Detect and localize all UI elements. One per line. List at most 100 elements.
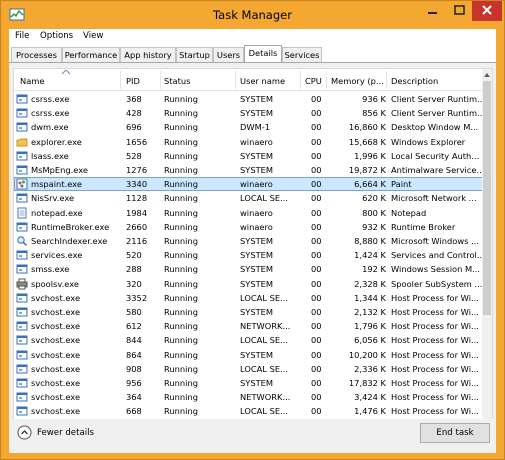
cell-user-name: SYSTEM xyxy=(240,349,274,360)
cell-pid: 368 xyxy=(126,94,142,104)
column-header-user-name[interactable]: User name xyxy=(240,76,300,86)
table-row[interactable]: explorer.exe 1656 Running winaero 00 15,668 K… xyxy=(14,135,484,149)
system-process-icon xyxy=(16,350,28,360)
column-header-name[interactable]: Name xyxy=(20,76,120,86)
table-header: Name PID Status User name CPU Memory (p.… xyxy=(14,69,484,91)
table-row[interactable]: svchost.exe 844 Running LOCAL SE... 00 6,056 … xyxy=(14,333,484,347)
cell-user-name: SYSTEM xyxy=(240,307,274,317)
cell-pid: 1128 xyxy=(126,193,148,204)
maximize-button[interactable] xyxy=(446,1,473,21)
column-divider[interactable] xyxy=(160,71,161,89)
menu-options[interactable]: Options xyxy=(40,31,73,41)
table-row[interactable]: lsass.exe 528 Running SYSTEM 00 1,996 K Local … xyxy=(14,149,484,163)
table-row[interactable]: svchost.exe 3352 Running LOCAL SE... 00 1,344… xyxy=(14,291,484,305)
table-row[interactable]: RuntimeBroker.exe 2660 Running winaero 00 932… xyxy=(14,220,484,234)
tab-performance[interactable]: Performance xyxy=(62,47,120,63)
tab-details[interactable]: Details xyxy=(244,45,282,63)
cell-name: svchost.exe xyxy=(31,307,81,317)
table-row[interactable]: svchost.exe 580 Running SYSTEM 00 2,132 K Host… xyxy=(14,305,484,319)
column-divider[interactable] xyxy=(300,71,301,89)
cell-status: Running xyxy=(164,136,198,147)
scroll-up-icon[interactable] xyxy=(483,71,491,79)
cell-user-name: SYSTEM xyxy=(240,264,274,275)
cell-memory: 932 K xyxy=(362,221,386,232)
cell-memory: 2,132 K xyxy=(354,307,386,317)
tab-processes[interactable]: Processes xyxy=(11,47,62,63)
cell-memory: 1,796 K xyxy=(354,321,386,332)
vertical-scrollbar[interactable] xyxy=(482,69,492,437)
cell-user-name: SYSTEM xyxy=(240,236,274,246)
printer-icon xyxy=(16,278,28,290)
table-row[interactable]: svchost.exe 612 Running NETWORK... 00 1,796 K… xyxy=(14,319,484,333)
cell-status: Running xyxy=(164,236,198,246)
cell-user-name: winaero xyxy=(240,136,273,147)
column-header-status[interactable]: Status xyxy=(164,76,234,86)
cell-name: MsMpEng.exe xyxy=(31,165,89,175)
table-row[interactable]: mspaint.exe 3340 Running winaero 00 6,664 K Pa… xyxy=(14,177,484,192)
cell-user-name: LOCAL SE... xyxy=(240,193,289,204)
column-divider[interactable] xyxy=(386,71,387,89)
cell-name: svchost.exe xyxy=(31,349,81,360)
column-header-description[interactable]: Description xyxy=(391,76,484,86)
tab-users[interactable]: Users xyxy=(213,47,244,63)
cell-status: Running xyxy=(164,122,198,133)
minimize-icon xyxy=(428,12,437,14)
cell-cpu: 00 xyxy=(311,278,322,289)
minimize-button[interactable] xyxy=(419,1,446,21)
cell-user-name: SYSTEM xyxy=(240,278,274,289)
cell-cpu: 00 xyxy=(311,392,322,403)
tab-services[interactable]: Services xyxy=(282,47,322,63)
menu-file[interactable]: File xyxy=(15,31,29,41)
column-header-memory[interactable]: Memory (p... xyxy=(331,76,386,86)
column-divider[interactable] xyxy=(326,71,327,89)
cell-description: Host Process for Wi... xyxy=(391,363,479,374)
cell-pid: 1276 xyxy=(126,165,148,175)
table-row[interactable]: svchost.exe 364 Running NETWORK... 00 3,424 K… xyxy=(14,390,484,404)
column-header-pid[interactable]: PID xyxy=(126,76,160,86)
column-divider[interactable] xyxy=(235,71,236,89)
fewer-details-chevron-icon[interactable] xyxy=(17,425,32,440)
fewer-details-link[interactable]: Fewer details xyxy=(37,428,94,438)
cell-pid: 528 xyxy=(126,150,142,161)
cell-description: Host Process for Wi... xyxy=(391,406,479,417)
table-row[interactable]: spoolsv.exe 320 Running SYSTEM 00 2,328 K Spoo… xyxy=(14,277,484,291)
cell-status: Running xyxy=(164,292,198,303)
cell-cpu: 00 xyxy=(311,150,322,161)
cell-name: csrss.exe xyxy=(31,94,70,104)
scrollbar-thumb[interactable] xyxy=(483,81,491,315)
end-task-button[interactable]: End task xyxy=(420,423,490,443)
cell-description: Desktop Window M... xyxy=(391,122,479,133)
table-row[interactable]: smss.exe 288 Running SYSTEM 00 192 K Windows S… xyxy=(14,262,484,276)
table-row[interactable]: svchost.exe 908 Running LOCAL SE... 00 2,336 … xyxy=(14,362,484,376)
menu-view[interactable]: View xyxy=(83,31,103,41)
cell-pid: 320 xyxy=(126,278,142,289)
cell-status: Running xyxy=(164,179,198,190)
table-row[interactable]: NisSrv.exe 1128 Running LOCAL SE... 00 620 K M… xyxy=(14,191,484,205)
cell-description: Local Security Auth... xyxy=(391,150,480,161)
table-row[interactable]: svchost.exe 668 Running LOCAL SE... 00 1,476 … xyxy=(14,404,484,418)
table-row[interactable]: SearchIndexer.exe 2116 Running SYSTEM 00 8,88… xyxy=(14,234,484,248)
cell-name: lsass.exe xyxy=(31,150,69,161)
table-row[interactable]: svchost.exe 956 Running SYSTEM 00 17,832 K Hos… xyxy=(14,376,484,390)
title-bar[interactable]: Task Manager xyxy=(1,1,504,29)
table-row[interactable]: svchost.exe 864 Running SYSTEM 00 10,200 K Hos… xyxy=(14,348,484,362)
system-process-icon xyxy=(16,321,28,331)
tab-startup[interactable]: Startup xyxy=(176,47,213,63)
column-divider[interactable] xyxy=(120,71,121,89)
table-row[interactable]: csrss.exe 368 Running SYSTEM 00 936 K Client S… xyxy=(14,92,484,106)
tab-app-history[interactable]: App history xyxy=(120,47,176,63)
cell-status: Running xyxy=(164,250,198,261)
cell-memory: 2,336 K xyxy=(354,363,386,374)
cell-cpu: 00 xyxy=(311,108,322,119)
table-row[interactable]: services.exe 520 Running SYSTEM 00 1,424 K Ser… xyxy=(14,248,484,262)
cell-user-name: SYSTEM xyxy=(240,108,274,119)
system-process-icon xyxy=(16,307,28,317)
cell-name: svchost.exe xyxy=(31,392,81,403)
table-row[interactable]: dwm.exe 696 Running DWM-1 00 16,860 K Desktop … xyxy=(14,120,484,134)
table-row[interactable]: MsMpEng.exe 1276 Running SYSTEM 00 19,872 K An… xyxy=(14,163,484,177)
table-row[interactable]: csrss.exe 428 Running SYSTEM 00 856 K Client S… xyxy=(14,106,484,120)
task-manager-window: Task Manager File Options View Processes… xyxy=(0,0,505,460)
cell-cpu: 00 xyxy=(311,236,322,246)
close-button[interactable] xyxy=(472,1,502,21)
table-row[interactable]: notepad.exe 1984 Running winaero 00 800 K Note… xyxy=(14,206,484,220)
